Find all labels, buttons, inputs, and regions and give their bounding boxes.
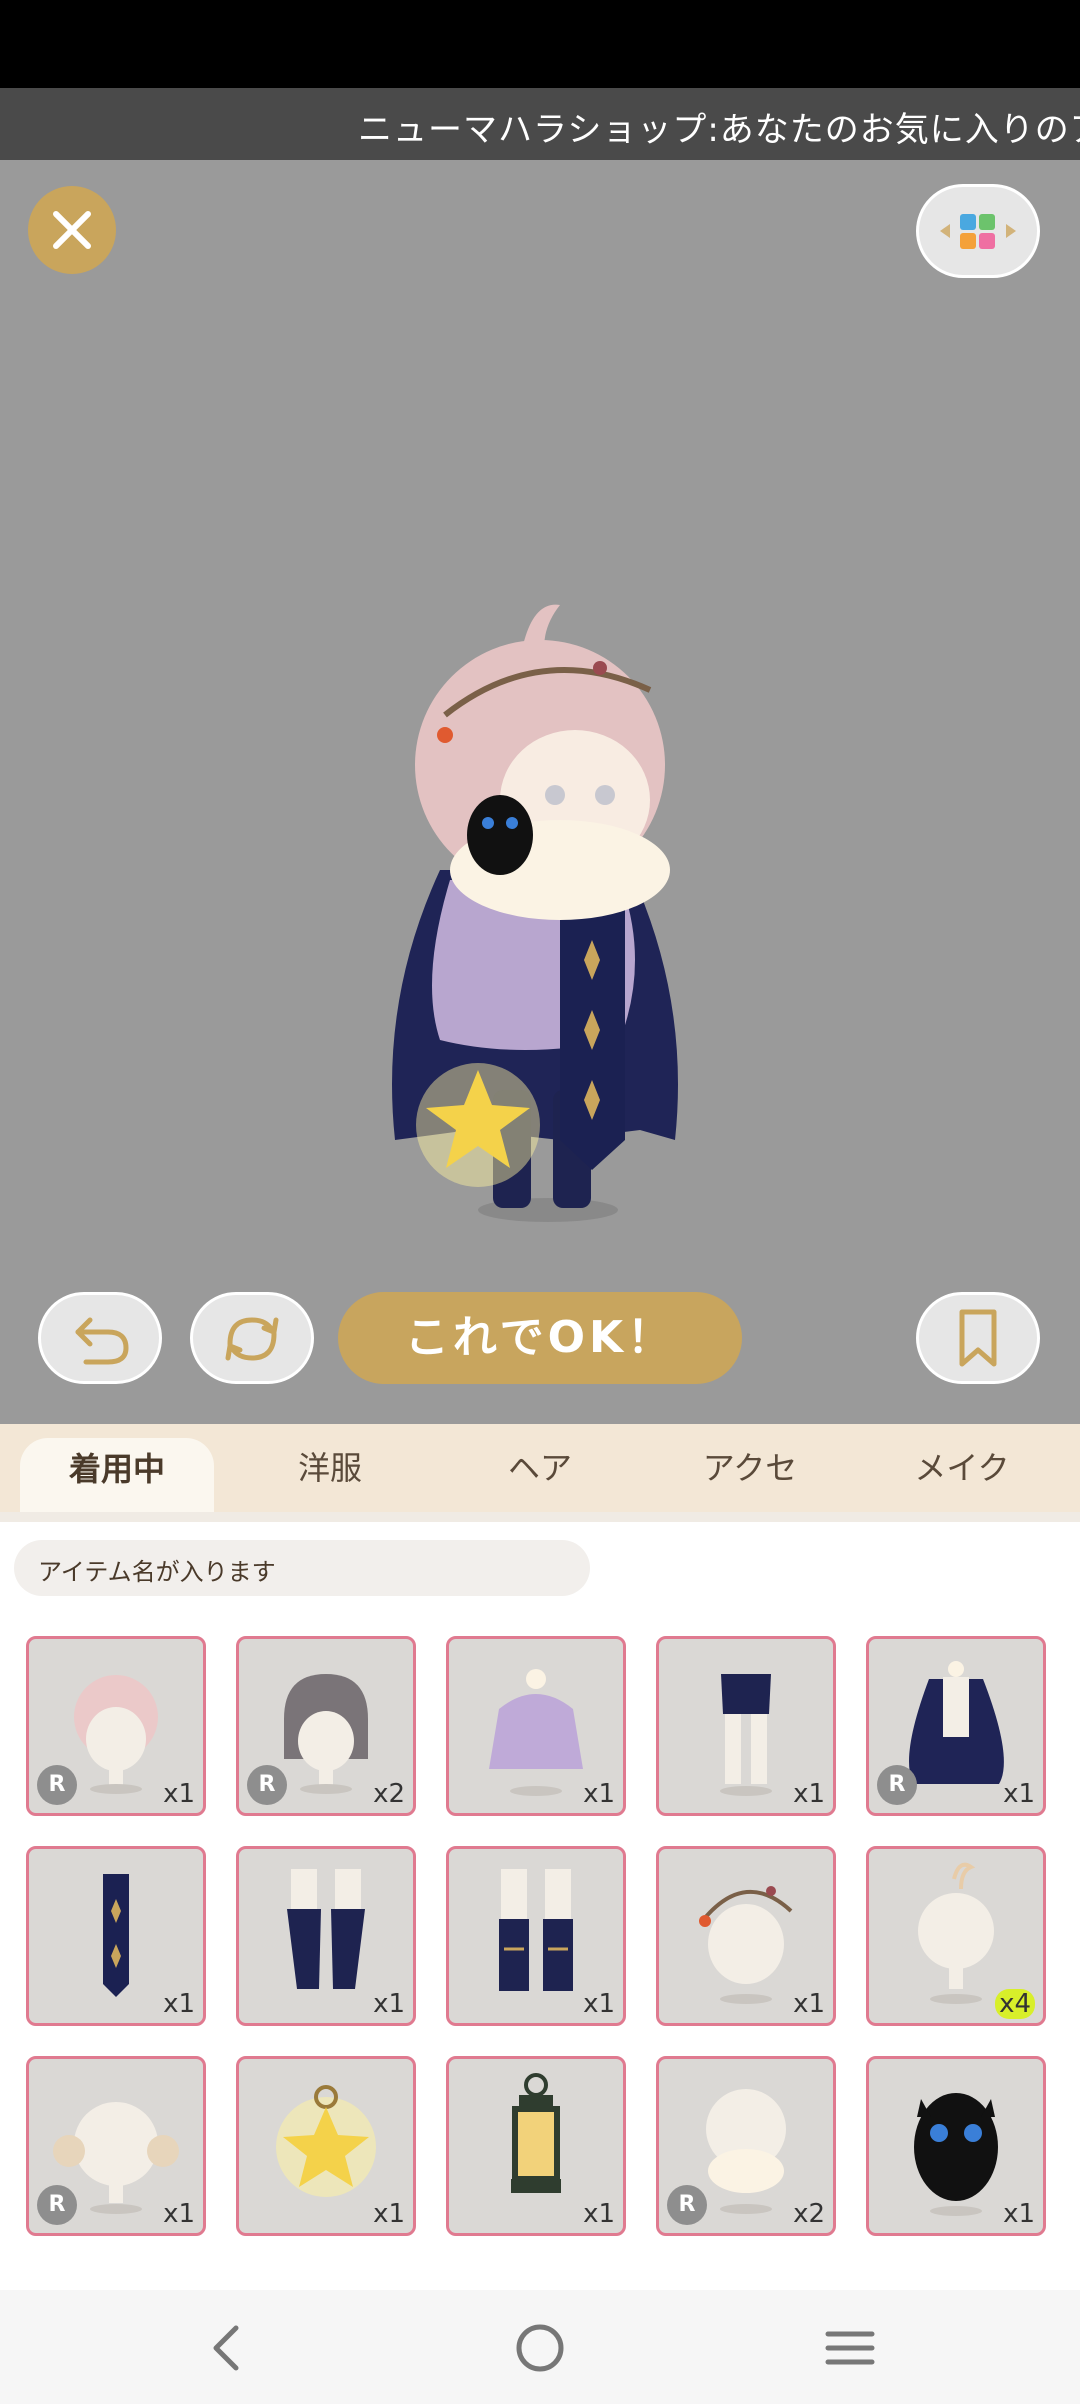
close-icon bbox=[53, 211, 91, 249]
rarity-badge: R bbox=[37, 1765, 77, 1805]
background-change-button[interactable] bbox=[916, 184, 1040, 278]
undo-button[interactable] bbox=[38, 1292, 162, 1384]
avatar-stage bbox=[0, 160, 1080, 1424]
reset-button[interactable] bbox=[190, 1292, 314, 1384]
tab-clothes[interactable]: 洋服 bbox=[230, 1424, 430, 1512]
item-search-placeholder: アイテム名が入ります bbox=[38, 1558, 276, 1586]
item-card-cream-muffler[interactable]: Rx2 bbox=[656, 2056, 836, 2236]
tab-wearing[interactable]: 着用中 bbox=[20, 1438, 214, 1512]
item-count: x1 bbox=[583, 2199, 615, 2229]
item-count: x1 bbox=[373, 2199, 405, 2229]
item-card-star-stole[interactable]: x1 bbox=[26, 1846, 206, 2026]
marquee-text: ニューマハラショップ:あなたのお気に入りのア bbox=[358, 110, 1080, 150]
tab-divider bbox=[0, 1512, 1080, 1522]
item-card-lavender-cape-top[interactable]: x1 bbox=[446, 1636, 626, 1816]
confirm-ok-button[interactable]: これでOK！ bbox=[338, 1292, 742, 1384]
category-tabs: 着用中 洋服 ヘア アクセ メイク bbox=[0, 1424, 1080, 1512]
item-count: x1 bbox=[583, 1989, 615, 2019]
item-count: x1 bbox=[1003, 2199, 1035, 2229]
item-card-ahoge-hair-part[interactable]: x4 bbox=[866, 1846, 1046, 2026]
item-count: x2 bbox=[373, 1779, 405, 1809]
tab-makeup[interactable]: メイク bbox=[862, 1424, 1062, 1512]
item-count: x2 bbox=[793, 2199, 825, 2229]
owl-pet bbox=[467, 795, 533, 875]
rarity-badge: R bbox=[247, 1765, 287, 1805]
item-card-gray-bob-hair[interactable]: Rx2 bbox=[236, 1636, 416, 1816]
item-card-black-owl[interactable]: x1 bbox=[866, 2056, 1046, 2236]
item-card-star-lantern[interactable]: x1 bbox=[236, 2056, 416, 2236]
refresh-icon bbox=[225, 1317, 279, 1361]
item-card-berry-vine-crown[interactable]: x1 bbox=[656, 1846, 836, 2026]
item-count: x1 bbox=[793, 1779, 825, 1809]
close-button[interactable] bbox=[28, 186, 116, 274]
item-count: x1 bbox=[373, 1989, 405, 2019]
rarity-badge: R bbox=[667, 2185, 707, 2225]
item-card-navy-cloak[interactable]: Rx1 bbox=[866, 1636, 1046, 1816]
item-count: x1 bbox=[1003, 1779, 1035, 1809]
color-grid-icon bbox=[940, 214, 1016, 249]
item-count: x1 bbox=[163, 1779, 195, 1809]
tab-hair[interactable]: ヘア bbox=[440, 1424, 640, 1512]
confirm-ok-label: これでOK！ bbox=[404, 1312, 676, 1363]
avatar-figure bbox=[392, 604, 678, 1222]
item-search-field[interactable]: アイテム名が入ります bbox=[14, 1540, 590, 1596]
back-icon[interactable] bbox=[198, 2318, 258, 2378]
item-card-navy-shorts-tights[interactable]: x1 bbox=[656, 1636, 836, 1816]
item-card-navy-boots[interactable]: x1 bbox=[236, 1846, 416, 2026]
tab-accessory[interactable]: アクセ bbox=[650, 1424, 850, 1512]
item-card-green-lantern[interactable]: x1 bbox=[446, 2056, 626, 2236]
status-bar bbox=[0, 0, 1080, 88]
item-count: x1 bbox=[583, 1779, 615, 1809]
shop-marquee: ニューマハラショップ:あなたのお気に入りのア bbox=[0, 88, 1080, 160]
bookmark-button[interactable] bbox=[916, 1292, 1040, 1384]
item-count: x4 bbox=[995, 1989, 1035, 2019]
rarity-badge: R bbox=[877, 1765, 917, 1805]
bookmark-icon bbox=[959, 1309, 997, 1367]
item-count: x1 bbox=[163, 1989, 195, 2019]
menu-icon[interactable] bbox=[820, 2318, 880, 2378]
system-nav-bar bbox=[0, 2290, 1080, 2404]
item-count: x1 bbox=[793, 1989, 825, 2019]
undo-icon bbox=[75, 1317, 129, 1365]
item-card-navy-ribbon-boots[interactable]: x1 bbox=[446, 1846, 626, 2026]
item-count: x1 bbox=[163, 2199, 195, 2229]
item-card-pink-curly-hair[interactable]: Rx1 bbox=[26, 1636, 206, 1816]
item-card-bear-ear-hair-part[interactable]: Rx1 bbox=[26, 2056, 206, 2236]
home-icon[interactable] bbox=[510, 2318, 570, 2378]
rarity-badge: R bbox=[37, 2185, 77, 2225]
